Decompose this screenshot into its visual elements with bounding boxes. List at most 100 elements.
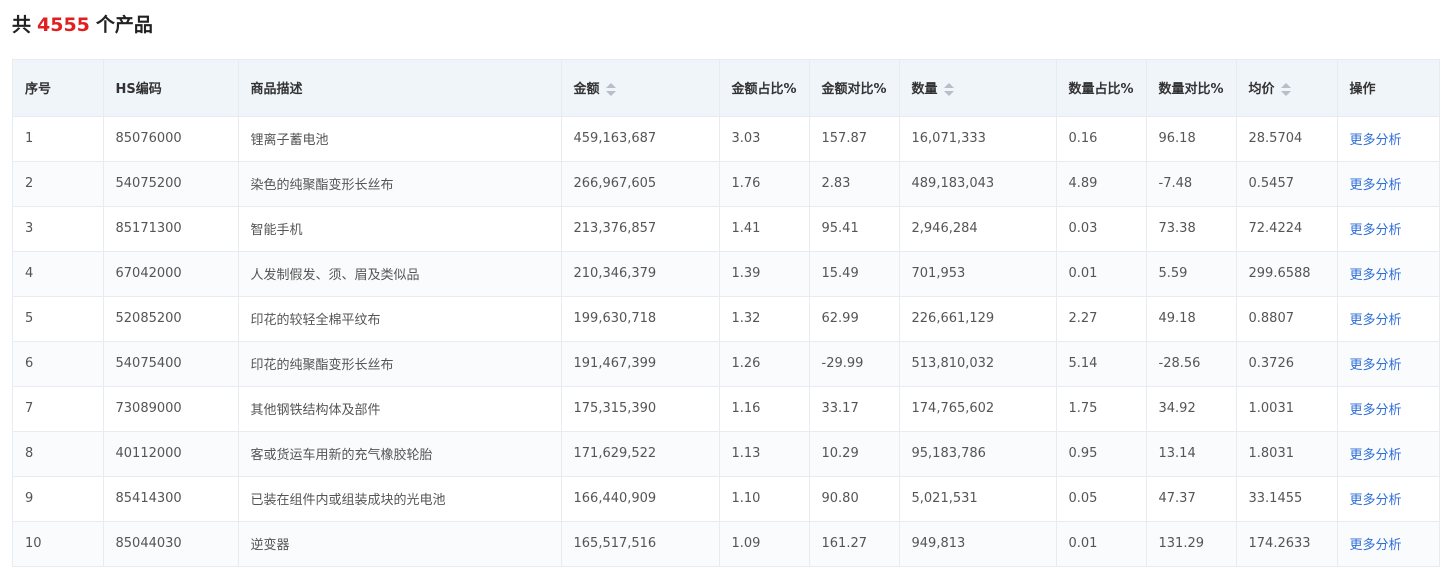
- cell-quantity-share: 0.95: [1056, 431, 1147, 477]
- cell-unit-price: 0.8807: [1236, 296, 1338, 342]
- cell-unit-price: 0.5457: [1236, 161, 1338, 207]
- cell-quantity: 95,183,786: [899, 431, 1057, 477]
- cell-action: 更多分析: [1337, 161, 1439, 207]
- cell-quantity-compare: 5.59: [1146, 251, 1237, 297]
- cell-amount-share: 1.76: [719, 161, 810, 207]
- column-header-amount-compare: 金额对比%: [809, 60, 900, 117]
- cell-index: 7: [13, 386, 104, 432]
- cell-quantity-compare: -7.48: [1146, 161, 1237, 207]
- cell-quantity-compare: 47.37: [1146, 476, 1237, 522]
- more-analysis-link[interactable]: 更多分析: [1350, 493, 1402, 508]
- summary-suffix: 个产品: [95, 14, 153, 36]
- cell-quantity-share: 1.75: [1056, 386, 1147, 432]
- cell-quantity-share: 5.14: [1056, 341, 1147, 387]
- cell-amount-compare: 62.99: [809, 296, 900, 342]
- more-analysis-link[interactable]: 更多分析: [1350, 538, 1402, 553]
- column-header-hs-code: HS编码: [103, 60, 239, 117]
- cell-description: 智能手机: [238, 206, 562, 252]
- cell-action: 更多分析: [1337, 341, 1439, 387]
- cell-amount: 175,315,390: [561, 386, 720, 432]
- cell-quantity: 949,813: [899, 521, 1057, 567]
- cell-amount-compare: 15.49: [809, 251, 900, 297]
- cell-action: 更多分析: [1337, 386, 1439, 432]
- cell-quantity: 5,021,531: [899, 476, 1057, 522]
- more-analysis-link[interactable]: 更多分析: [1350, 178, 1402, 193]
- cell-amount-share: 1.16: [719, 386, 810, 432]
- column-header-amount-share: 金额占比%: [719, 60, 810, 117]
- column-header-quantity[interactable]: 数量: [899, 60, 1057, 117]
- cell-index: 2: [13, 161, 104, 207]
- cell-action: 更多分析: [1337, 431, 1439, 477]
- cell-hs-code: 54075200: [103, 161, 239, 207]
- column-header-description: 商品描述: [238, 60, 562, 117]
- cell-hs-code: 67042000: [103, 251, 239, 297]
- cell-action: 更多分析: [1337, 476, 1439, 522]
- cell-hs-code: 73089000: [103, 386, 239, 432]
- cell-quantity-compare: 34.92: [1146, 386, 1237, 432]
- cell-unit-price: 72.4224: [1236, 206, 1338, 252]
- column-header-actions: 操作: [1337, 60, 1439, 117]
- column-header-index: 序号: [13, 60, 104, 117]
- cell-amount-share: 1.09: [719, 521, 810, 567]
- cell-amount-compare: 10.29: [809, 431, 900, 477]
- column-header-quantity-share: 数量占比%: [1056, 60, 1147, 117]
- table-body: 1 85076000 锂离子蓄电池 459,163,687 3.03 157.87 16,0…: [13, 116, 1439, 567]
- sort-icon[interactable]: [1280, 82, 1291, 98]
- cell-amount: 459,163,687: [561, 116, 720, 162]
- cell-description: 锂离子蓄电池: [238, 116, 562, 162]
- product-table-container: 序号 HS编码 商品描述 金额 金额占比% 金额对比% 数量 数量占比% 数量对…: [12, 59, 1440, 567]
- cell-amount: 210,346,379: [561, 251, 720, 297]
- column-header-unit-price[interactable]: 均价: [1236, 60, 1338, 117]
- cell-amount: 166,440,909: [561, 476, 720, 522]
- table-row: 1 85076000 锂离子蓄电池 459,163,687 3.03 157.87 16,0…: [13, 116, 1439, 162]
- cell-quantity-compare: 49.18: [1146, 296, 1237, 342]
- cell-description: 客或货运车用新的充气橡胶轮胎: [238, 431, 562, 477]
- more-analysis-link[interactable]: 更多分析: [1350, 358, 1402, 373]
- cell-amount: 191,467,399: [561, 341, 720, 387]
- cell-amount-share: 1.41: [719, 206, 810, 252]
- more-analysis-link[interactable]: 更多分析: [1350, 268, 1402, 283]
- cell-index: 8: [13, 431, 104, 477]
- cell-index: 1: [13, 116, 104, 162]
- more-analysis-link[interactable]: 更多分析: [1350, 133, 1402, 148]
- cell-unit-price: 299.6588: [1236, 251, 1338, 297]
- cell-description: 其他钢铁结构体及部件: [238, 386, 562, 432]
- cell-unit-price: 33.1455: [1236, 476, 1338, 522]
- more-analysis-link[interactable]: 更多分析: [1350, 448, 1402, 463]
- cell-hs-code: 85414300: [103, 476, 239, 522]
- cell-quantity-compare: 73.38: [1146, 206, 1237, 252]
- cell-amount: 213,376,857: [561, 206, 720, 252]
- cell-amount-compare: -29.99: [809, 341, 900, 387]
- cell-index: 4: [13, 251, 104, 297]
- table-row: 4 67042000 人发制假发、须、眉及类似品 210,346,379 1.39 15.…: [13, 251, 1439, 297]
- cell-quantity: 2,946,284: [899, 206, 1057, 252]
- cell-quantity-compare: -28.56: [1146, 341, 1237, 387]
- cell-amount-compare: 90.80: [809, 476, 900, 522]
- sort-icon[interactable]: [943, 82, 954, 98]
- table-row: 2 54075200 染色的纯聚酯变形长丝布 266,967,605 1.76 2.83 4…: [13, 161, 1439, 207]
- column-header-amount[interactable]: 金额: [561, 60, 720, 117]
- cell-amount-share: 1.39: [719, 251, 810, 297]
- more-analysis-link[interactable]: 更多分析: [1350, 223, 1402, 238]
- cell-quantity-share: 0.01: [1056, 251, 1147, 297]
- cell-quantity-share: 0.05: [1056, 476, 1147, 522]
- cell-amount-compare: 95.41: [809, 206, 900, 252]
- sort-icon[interactable]: [605, 82, 616, 98]
- cell-quantity-compare: 131.29: [1146, 521, 1237, 567]
- cell-quantity-compare: 13.14: [1146, 431, 1237, 477]
- cell-quantity-compare: 96.18: [1146, 116, 1237, 162]
- cell-hs-code: 52085200: [103, 296, 239, 342]
- cell-quantity: 701,953: [899, 251, 1057, 297]
- cell-unit-price: 0.3726: [1236, 341, 1338, 387]
- table-row: 5 52085200 印花的较轻全棉平纹布 199,630,718 1.32 62.99 2…: [13, 296, 1439, 342]
- cell-amount-compare: 157.87: [809, 116, 900, 162]
- more-analysis-link[interactable]: 更多分析: [1350, 403, 1402, 418]
- more-analysis-link[interactable]: 更多分析: [1350, 313, 1402, 328]
- cell-description: 已装在组件内或组装成块的光电池: [238, 476, 562, 522]
- cell-hs-code: 40112000: [103, 431, 239, 477]
- cell-index: 10: [13, 521, 104, 567]
- cell-description: 印花的较轻全棉平纹布: [238, 296, 562, 342]
- cell-quantity-share: 4.89: [1056, 161, 1147, 207]
- table-row: 9 85414300 已装在组件内或组装成块的光电池 166,440,909 1.10 9…: [13, 476, 1439, 522]
- table-row: 7 73089000 其他钢铁结构体及部件 175,315,390 1.16 33.17 1…: [13, 386, 1439, 432]
